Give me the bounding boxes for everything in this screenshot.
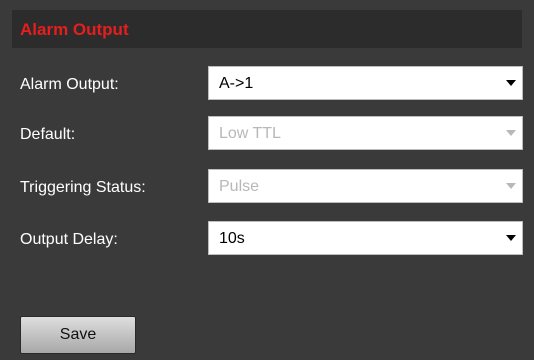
chevron-down-icon <box>506 235 516 241</box>
alarm-output-label: Alarm Output: <box>20 76 119 93</box>
default-label: Default: <box>20 126 76 143</box>
triggering-status-row: Triggering Status: Pulse <box>20 169 524 205</box>
save-button[interactable]: Save <box>20 316 136 354</box>
alarm-output-value: A->1 <box>219 75 254 92</box>
output-delay-value: 10s <box>219 230 245 247</box>
chevron-down-icon <box>506 130 516 136</box>
output-delay-row: Output Delay: 10s <box>20 221 524 257</box>
default-value: Low TTL <box>219 125 281 142</box>
triggering-status-value: Pulse <box>219 178 260 195</box>
chevron-down-icon <box>506 80 516 86</box>
panel-title: Alarm Output <box>20 20 129 39</box>
save-button-label: Save <box>59 326 97 343</box>
output-delay-label: Output Delay: <box>20 231 118 248</box>
alarm-output-select[interactable]: A->1 <box>208 66 523 100</box>
default-row: Default: Low TTL <box>20 116 524 152</box>
output-delay-select[interactable]: 10s <box>208 221 523 255</box>
panel-header: Alarm Output <box>12 10 522 48</box>
alarm-output-row: Alarm Output: A->1 <box>20 66 524 102</box>
triggering-status-label: Triggering Status: <box>20 179 146 196</box>
default-select: Low TTL <box>208 116 523 150</box>
triggering-status-select: Pulse <box>208 169 523 203</box>
chevron-down-icon <box>506 183 516 189</box>
alarm-output-panel: Alarm Output Alarm Output: A->1 Default:… <box>0 0 534 360</box>
